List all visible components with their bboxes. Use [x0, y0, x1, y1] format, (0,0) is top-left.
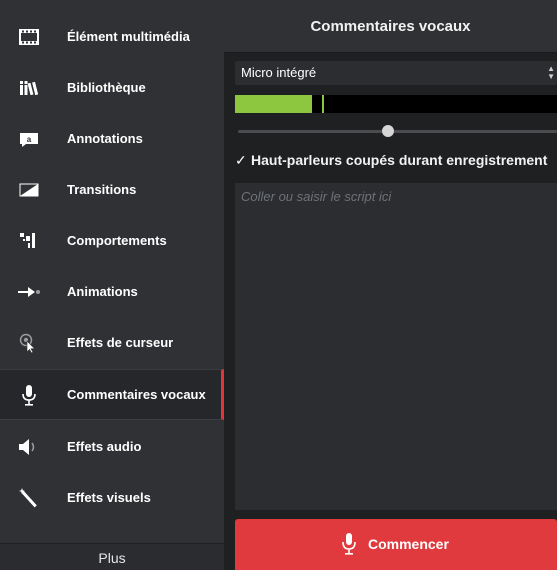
sidebar-item-cursor-effects[interactable]: Effets de curseur — [0, 317, 224, 368]
tools-sidebar: Élément multimédia Bibliothèque a Annota… — [0, 0, 224, 570]
audio-level-meter — [235, 95, 557, 113]
input-volume-slider-thumb[interactable] — [382, 125, 394, 137]
more-tools-button[interactable]: Plus — [0, 543, 224, 570]
checkmark-icon: ✓ — [235, 152, 247, 168]
sidebar-item-label: Effets de curseur — [67, 335, 174, 350]
speaker-icon — [16, 434, 42, 460]
svg-text:a: a — [27, 135, 32, 144]
sidebar-item-audio-effects[interactable]: Effets audio — [0, 421, 224, 472]
audio-level-peak — [322, 95, 324, 113]
mute-speakers-label: Haut-parleurs coupés durant enregistreme… — [251, 152, 548, 168]
select-arrows-icon: ▲ ▼ — [547, 64, 555, 81]
panel-title: Commentaires vocaux — [224, 0, 557, 53]
camtasia-window: Élément multimédia Bibliothèque a Annota… — [0, 0, 557, 570]
input-volume-slider-track[interactable] — [238, 130, 557, 133]
behaviors-icon — [16, 228, 42, 254]
script-textarea[interactable] — [235, 183, 557, 510]
start-recording-label: Commencer — [368, 536, 449, 552]
sidebar-item-media[interactable]: Élément multimédia — [0, 11, 224, 62]
sidebar-item-label: Transitions — [67, 182, 137, 197]
sidebar-item-visual-effects[interactable]: Effets visuels — [0, 472, 224, 523]
microphone-icon — [16, 382, 42, 408]
start-recording-button[interactable]: Commencer — [235, 519, 557, 570]
magic-wand-icon — [16, 485, 42, 511]
sidebar-item-label: Annotations — [67, 131, 143, 146]
voice-narration-panel: Commentaires vocaux Micro intégré ▲ ▼ ✓ Ha… — [224, 0, 557, 570]
sidebar-item-library[interactable]: Bibliothèque — [0, 62, 224, 113]
annotation-icon: a — [16, 126, 42, 152]
sidebar-item-label: Commentaires vocaux — [67, 387, 206, 402]
library-icon — [16, 75, 42, 101]
sidebar-item-label: Animations — [67, 284, 138, 299]
microphone-source-select[interactable]: Micro intégré ▲ ▼ — [235, 61, 557, 85]
sidebar-item-animations[interactable]: Animations — [0, 266, 224, 317]
sidebar-item-voice-narration[interactable]: Commentaires vocaux — [0, 369, 224, 420]
audio-level-fill — [235, 95, 312, 113]
sidebar-item-transitions[interactable]: Transitions — [0, 164, 224, 215]
sidebar-item-label: Effets visuels — [67, 490, 151, 505]
cursor-icon — [16, 330, 42, 356]
sidebar-item-label: Élément multimédia — [67, 29, 190, 44]
sidebar-item-label: Comportements — [67, 233, 167, 248]
transition-icon — [16, 177, 42, 203]
film-icon — [16, 24, 42, 50]
microphone-source-value: Micro intégré — [241, 65, 317, 80]
microphone-icon — [341, 532, 357, 556]
mute-speakers-checkbox[interactable]: ✓ Haut-parleurs coupés durant enregistrem… — [235, 149, 557, 171]
sidebar-item-label: Bibliothèque — [67, 80, 146, 95]
sidebar-item-behaviors[interactable]: Comportements — [0, 215, 224, 266]
sidebar-item-label: Effets audio — [67, 439, 142, 454]
animation-arrow-icon — [16, 279, 42, 305]
sidebar-item-annotations[interactable]: a Annotations — [0, 113, 224, 164]
